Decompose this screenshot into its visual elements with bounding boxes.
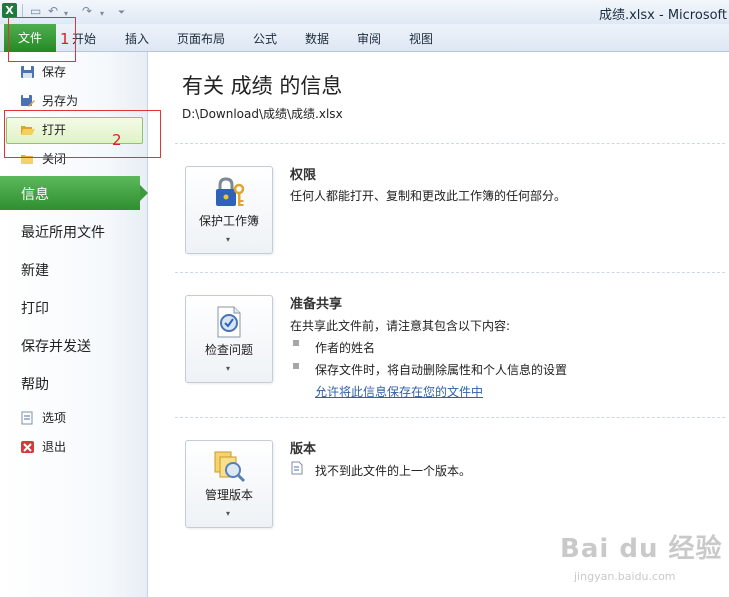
- nav-help[interactable]: 帮助: [21, 374, 49, 394]
- window-title: 成绩.xlsx - Microsoft: [598, 8, 727, 23]
- protect-workbook-button[interactable]: 保护工作簿 ▾: [185, 166, 273, 254]
- exit-label: 退出: [42, 440, 67, 454]
- nav-print[interactable]: 打印: [21, 298, 49, 318]
- tab-view[interactable]: 视图: [409, 30, 433, 47]
- exit-icon: [21, 441, 34, 453]
- title-bar: X ▭ ↶ ▾ ↷ ▾ ⏷ 成绩.xlsx - Microsoft: [0, 0, 729, 24]
- check-issues-label: 检查问题: [204, 343, 253, 357]
- watermark-url: jingyan.baidu.com: [574, 570, 676, 583]
- excel-app-icon[interactable]: X: [2, 3, 17, 18]
- watermark-brand: Bai du 经验: [560, 534, 723, 564]
- versions-text: 找不到此文件的上一个版本。: [315, 464, 472, 478]
- annotation-box-2: [4, 110, 161, 158]
- prepare-sharing-text: 在共享此文件前，请注意其包含以下内容:: [290, 319, 511, 333]
- nav-new[interactable]: 新建: [21, 260, 49, 280]
- lock-key-icon: [216, 177, 245, 206]
- allow-save-info-link[interactable]: 允许将此信息保存在您的文件中: [315, 383, 483, 400]
- annotation-number-2: 2: [112, 131, 122, 149]
- save-label: 保存: [42, 65, 67, 79]
- qat-separator: [22, 4, 23, 18]
- redo-dropdown-icon[interactable]: ▾: [100, 6, 104, 22]
- manage-versions-label: 管理版本: [204, 488, 253, 502]
- file-path: D:\Download\成绩\成绩.xlsx: [182, 107, 343, 121]
- section-divider: [175, 417, 725, 418]
- options-icon: [21, 411, 33, 425]
- tab-insert[interactable]: 插入: [125, 30, 149, 47]
- bullet-marker: [293, 363, 299, 369]
- page-title: 有关 成绩 的信息: [182, 74, 343, 98]
- save-as-icon: [21, 95, 35, 107]
- section-divider: [175, 143, 725, 144]
- manage-versions-button[interactable]: 管理版本 ▾: [185, 440, 273, 528]
- manage-versions-icon: [214, 451, 246, 483]
- nav-info-label: 信息: [21, 187, 49, 203]
- prepare-sharing-heading: 准备共享: [290, 297, 343, 312]
- tab-page-layout[interactable]: 页面布局: [177, 30, 225, 47]
- section-divider: [175, 272, 725, 273]
- customize-qat-icon[interactable]: ⏷: [118, 5, 125, 21]
- inspect-document-icon: [217, 306, 241, 338]
- check-issues-button[interactable]: 检查问题 ▾: [185, 295, 273, 383]
- save-icon: [21, 66, 34, 78]
- protect-workbook-label: 保护工作簿: [198, 214, 259, 228]
- nav-info[interactable]: 信息: [0, 176, 148, 210]
- baidu-jingyan-watermark: Bai du 经验 jingyan.baidu.com: [560, 528, 729, 596]
- versions-heading: 版本: [290, 442, 317, 457]
- chevron-down-icon: ▾: [226, 509, 231, 518]
- ribbon-tab-row: 开始 插入 页面布局 公式 数据 审阅 视图: [0, 24, 729, 52]
- chevron-down-icon: ▾: [226, 235, 231, 244]
- options-label: 选项: [42, 411, 67, 425]
- bullet-marker: [293, 340, 299, 346]
- author-name-item: 作者的姓名: [315, 341, 376, 355]
- tab-review[interactable]: 审阅: [357, 30, 381, 47]
- permissions-text: 任何人都能打开、复制和更改此工作簿的任何部分。: [290, 189, 567, 203]
- permissions-heading: 权限: [290, 168, 317, 183]
- nav-recent[interactable]: 最近所用文件: [21, 222, 105, 242]
- annotation-number-1: 1: [60, 30, 70, 48]
- chevron-down-icon: ▾: [226, 364, 231, 373]
- save-as-label: 另存为: [42, 94, 79, 108]
- redo-icon[interactable]: ↷: [82, 3, 92, 19]
- nav-save-send[interactable]: 保存并发送: [21, 336, 91, 356]
- tab-data[interactable]: 数据: [305, 30, 329, 47]
- version-document-icon: [291, 461, 303, 475]
- auto-remove-item: 保存文件时，将自动删除属性和个人信息的设置: [315, 363, 568, 377]
- tab-formulas[interactable]: 公式: [253, 30, 277, 47]
